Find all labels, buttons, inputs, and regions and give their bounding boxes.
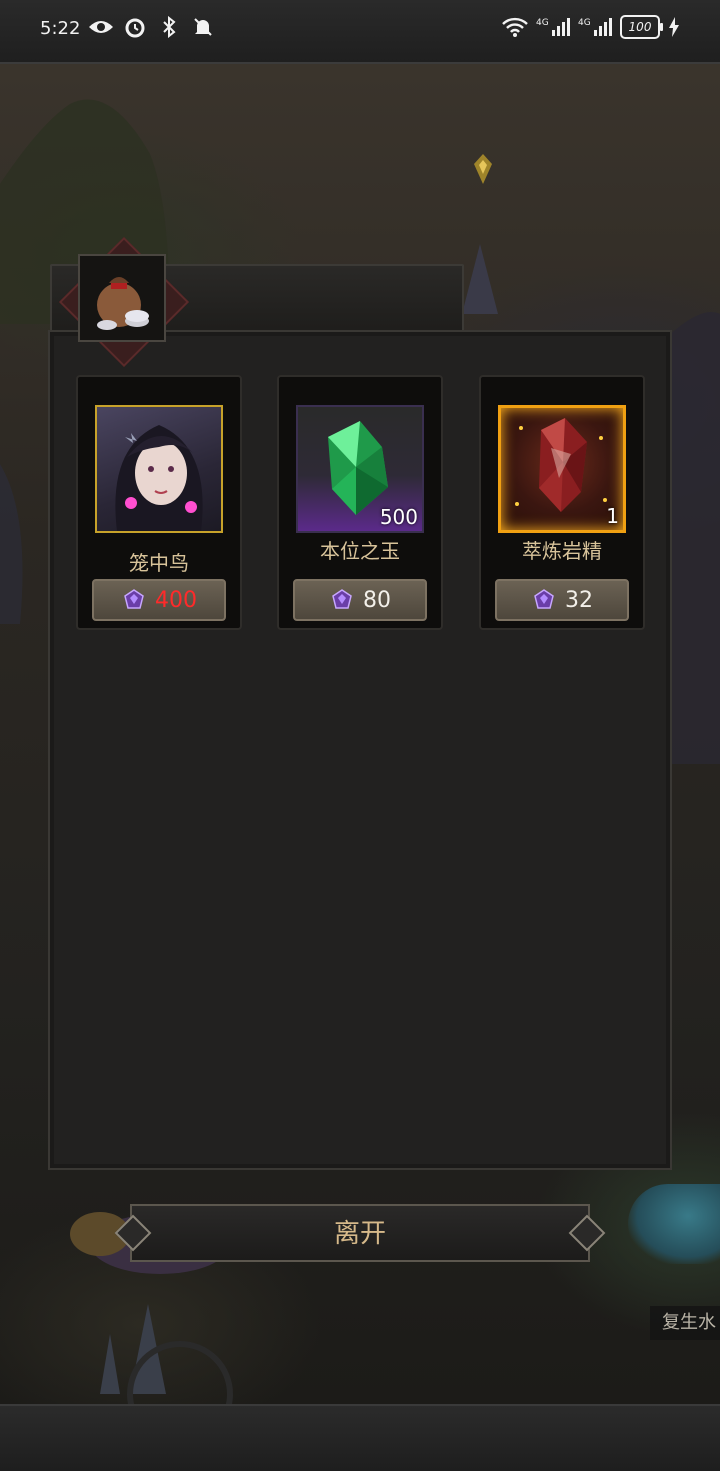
loot-bag-icon bbox=[78, 254, 166, 342]
shop-tab[interactable] bbox=[58, 236, 190, 368]
side-label-revive-water[interactable]: 复生水 bbox=[650, 1306, 720, 1340]
item-portrait-jade: 500 bbox=[296, 405, 424, 533]
shop-item-card[interactable]: 1 萃炼岩精 32 bbox=[479, 375, 645, 630]
price-button[interactable]: 80 bbox=[293, 579, 427, 621]
map-marker-icon bbox=[474, 154, 492, 184]
item-quantity: 500 bbox=[379, 505, 418, 529]
svg-text:4G: 4G bbox=[578, 18, 591, 28]
bluetooth-icon bbox=[156, 14, 182, 40]
status-bar: 5:22 4G 4G 100 bbox=[0, 0, 720, 64]
status-time: 5:22 bbox=[40, 18, 81, 39]
price-button[interactable]: 400 bbox=[92, 579, 226, 621]
item-quantity: 1 bbox=[606, 504, 619, 528]
status-right-icons: 4G 4G 100 bbox=[502, 14, 680, 40]
purple-gem-icon bbox=[332, 589, 352, 609]
item-name: 本位之玉 bbox=[320, 539, 400, 563]
network-1-label: 4G bbox=[536, 18, 549, 28]
charging-icon bbox=[668, 14, 680, 40]
price-button[interactable]: 32 bbox=[495, 579, 629, 621]
price-value: 32 bbox=[565, 587, 593, 613]
item-name: 萃炼岩精 bbox=[522, 539, 602, 563]
item-portrait-caged-bird bbox=[95, 405, 223, 533]
status-left-icons bbox=[88, 14, 216, 40]
signal-4g-icon: 4G bbox=[578, 14, 612, 40]
price-value: 400 bbox=[155, 587, 197, 613]
alarm-icon bbox=[122, 14, 148, 40]
purple-gem-icon bbox=[124, 589, 144, 609]
battery-icon: 100 bbox=[620, 15, 663, 39]
shop-item-card[interactable]: 500 本位之玉 80 bbox=[277, 375, 443, 630]
item-portrait-refined-rock-essence: 1 bbox=[498, 405, 626, 533]
signal-4g-icon: 4G bbox=[536, 14, 570, 40]
mute-bell-icon bbox=[190, 14, 216, 40]
bottom-bar bbox=[0, 1404, 720, 1471]
purple-gem-icon bbox=[534, 589, 554, 609]
eye-icon bbox=[88, 14, 114, 40]
item-name: 笼中鸟 bbox=[129, 551, 189, 575]
leave-button[interactable]: 离开 bbox=[114, 1204, 606, 1264]
price-value: 80 bbox=[363, 587, 391, 613]
shop-item-card[interactable]: 笼中鸟 400 bbox=[76, 375, 242, 630]
water-pool bbox=[628, 1184, 720, 1264]
wifi-icon bbox=[502, 14, 528, 40]
battery-level: 100 bbox=[628, 20, 652, 34]
leave-button-label: 离开 bbox=[333, 1219, 386, 1249]
